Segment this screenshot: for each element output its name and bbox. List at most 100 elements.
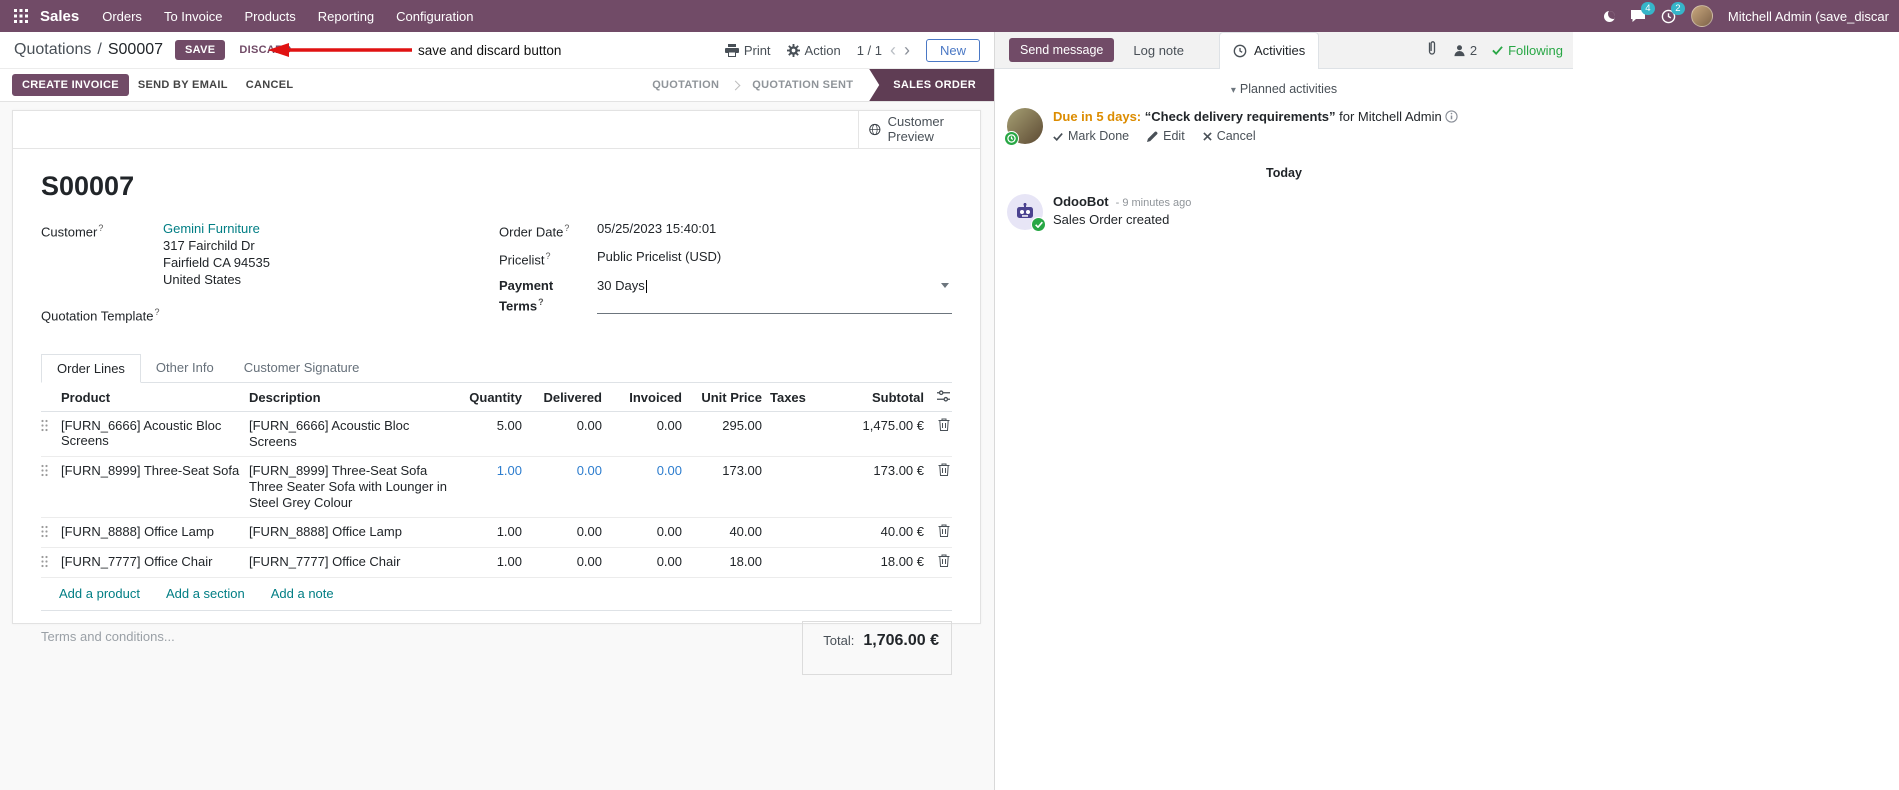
- edit-activity-button[interactable]: Edit: [1147, 129, 1185, 143]
- col-subtotal[interactable]: Subtotal: [824, 390, 924, 405]
- messages-icon[interactable]: 4: [1630, 1, 1655, 24]
- breadcrumb-quotations[interactable]: Quotations: [14, 41, 91, 59]
- cell-product[interactable]: [FURN_6666] Acoustic Bloc Screens: [61, 418, 249, 448]
- create-invoice-button[interactable]: CREATE INVOICE: [12, 74, 129, 96]
- drag-handle-icon[interactable]: [41, 554, 61, 571]
- action-button[interactable]: Action: [786, 43, 841, 58]
- menu-orders[interactable]: Orders: [91, 9, 153, 24]
- cancel-button[interactable]: CANCEL: [237, 74, 303, 96]
- col-taxes[interactable]: Taxes: [762, 390, 824, 405]
- col-quantity[interactable]: Quantity: [464, 390, 522, 405]
- cell-invoiced[interactable]: 0.00: [602, 554, 682, 569]
- cell-description[interactable]: [FURN_8888] Office Lamp: [249, 524, 464, 540]
- customer-preview-button[interactable]: Customer Preview: [858, 111, 980, 148]
- pager-next-icon[interactable]: ›: [904, 41, 910, 59]
- cell-invoiced[interactable]: 0.00: [602, 418, 682, 433]
- cell-quantity[interactable]: 1.00: [464, 463, 522, 478]
- table-row[interactable]: [FURN_6666] Acoustic Bloc Screens [FURN_…: [41, 412, 952, 458]
- customer-link[interactable]: Gemini Furniture: [163, 221, 260, 236]
- help-tooltip[interactable]: ?: [98, 223, 103, 233]
- help-tooltip[interactable]: ?: [538, 297, 544, 307]
- help-tooltip[interactable]: ?: [546, 251, 551, 261]
- cell-product[interactable]: [FURN_7777] Office Chair: [61, 554, 249, 569]
- activities-clock-icon[interactable]: 2: [1661, 1, 1685, 24]
- following-toggle[interactable]: Following: [1492, 43, 1563, 58]
- apps-grid-icon[interactable]: [10, 5, 32, 27]
- quotation-template-field[interactable]: [181, 304, 499, 324]
- moon-icon[interactable]: [1603, 10, 1615, 22]
- cell-quantity[interactable]: 1.00: [464, 554, 522, 569]
- table-row[interactable]: [FURN_8888] Office Lamp [FURN_8888] Offi…: [41, 518, 952, 549]
- cell-description[interactable]: [FURN_8999] Three-Seat Sofa Three Seater …: [249, 463, 464, 511]
- cell-delivered[interactable]: 0.00: [522, 524, 602, 539]
- cell-delivered[interactable]: 0.00: [522, 554, 602, 569]
- pager-previous-icon[interactable]: ‹: [890, 41, 896, 59]
- cell-delivered[interactable]: 0.00: [522, 463, 602, 478]
- app-name[interactable]: Sales: [40, 8, 79, 25]
- new-button[interactable]: New: [925, 38, 980, 62]
- add-section-link[interactable]: Add a section: [166, 586, 245, 601]
- menu-to-invoice[interactable]: To Invoice: [153, 9, 234, 24]
- col-description[interactable]: Description: [249, 390, 464, 405]
- send-by-email-button[interactable]: SEND BY EMAIL: [129, 74, 237, 96]
- cell-unit-price[interactable]: 173.00: [682, 463, 762, 478]
- chevron-down-icon[interactable]: [941, 282, 949, 288]
- followers-button[interactable]: 2: [1453, 43, 1477, 58]
- tab-customer-signature[interactable]: Customer Signature: [229, 354, 375, 382]
- planned-activities-header[interactable]: ▾ Planned activities: [995, 69, 1573, 100]
- delete-row-button[interactable]: [924, 418, 952, 432]
- delete-row-button[interactable]: [924, 524, 952, 538]
- cell-unit-price[interactable]: 18.00: [682, 554, 762, 569]
- cell-product[interactable]: [FURN_8999] Three-Seat Sofa: [61, 463, 249, 478]
- col-unit-price[interactable]: Unit Price: [682, 390, 762, 405]
- payment-terms-field[interactable]: 30 Days: [597, 277, 952, 314]
- add-note-link[interactable]: Add a note: [271, 586, 334, 601]
- cell-unit-price[interactable]: 295.00: [682, 418, 762, 433]
- user-name[interactable]: Mitchell Admin (save_discar: [1728, 9, 1889, 24]
- cell-quantity[interactable]: 5.00: [464, 418, 522, 433]
- drag-handle-icon[interactable]: [41, 524, 61, 541]
- help-tooltip[interactable]: ?: [155, 307, 160, 317]
- menu-products[interactable]: Products: [233, 9, 306, 24]
- col-invoiced[interactable]: Invoiced: [602, 390, 682, 405]
- help-tooltip[interactable]: ?: [564, 223, 569, 233]
- menu-configuration[interactable]: Configuration: [385, 9, 484, 24]
- info-icon[interactable]: [1445, 110, 1458, 123]
- add-product-link[interactable]: Add a product: [59, 586, 140, 601]
- log-note-button[interactable]: Log note: [1124, 38, 1193, 63]
- col-product[interactable]: Product: [61, 390, 249, 405]
- cancel-activity-button[interactable]: Cancel: [1203, 129, 1256, 143]
- send-message-button[interactable]: Send message: [1009, 38, 1115, 62]
- optional-columns-icon[interactable]: [924, 390, 952, 402]
- terms-placeholder[interactable]: Terms and conditions...: [41, 629, 175, 675]
- cell-invoiced[interactable]: 0.00: [602, 463, 682, 478]
- cell-invoiced[interactable]: 0.00: [602, 524, 682, 539]
- pricelist-field[interactable]: Public Pricelist (USD): [597, 248, 952, 268]
- col-delivered[interactable]: Delivered: [522, 390, 602, 405]
- order-date-field[interactable]: 05/25/2023 15:40:01: [597, 220, 952, 240]
- tab-order-lines[interactable]: Order Lines: [41, 354, 141, 384]
- cell-unit-price[interactable]: 40.00: [682, 524, 762, 539]
- drag-handle-icon[interactable]: [41, 463, 61, 480]
- cell-delivered[interactable]: 0.00: [522, 418, 602, 433]
- cell-product[interactable]: [FURN_8888] Office Lamp: [61, 524, 249, 539]
- save-button[interactable]: SAVE: [175, 40, 226, 60]
- message-author[interactable]: OdooBot: [1053, 194, 1109, 209]
- stage[interactable]: SALES ORDER: [869, 69, 994, 101]
- cell-description[interactable]: [FURN_6666] Acoustic Bloc Screens: [249, 418, 464, 450]
- drag-handle-icon[interactable]: [41, 418, 61, 435]
- cell-description[interactable]: [FURN_7777] Office Chair: [249, 554, 464, 570]
- activities-tab[interactable]: Activities: [1219, 31, 1320, 69]
- delete-row-button[interactable]: [924, 463, 952, 477]
- tab-other-info[interactable]: Other Info: [141, 354, 229, 382]
- menu-reporting[interactable]: Reporting: [307, 9, 385, 24]
- mark-done-button[interactable]: Mark Done: [1053, 129, 1129, 143]
- table-row[interactable]: [FURN_8999] Three-Seat Sofa [FURN_8999] …: [41, 457, 952, 519]
- cell-quantity[interactable]: 1.00: [464, 524, 522, 539]
- table-row[interactable]: [FURN_7777] Office Chair [FURN_7777] Off…: [41, 548, 952, 579]
- print-button[interactable]: Print: [724, 43, 771, 58]
- stage[interactable]: QUOTATION: [636, 69, 735, 101]
- stage[interactable]: QUOTATION SENT: [736, 69, 869, 101]
- delete-row-button[interactable]: [924, 554, 952, 568]
- attach-files-button[interactable]: [1426, 41, 1438, 59]
